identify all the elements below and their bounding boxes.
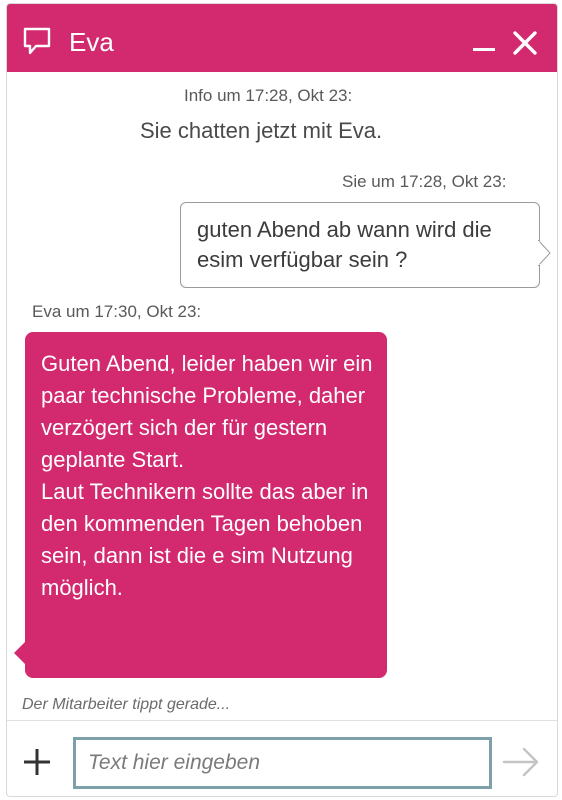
agent-message-bubble: Guten Abend, leider haben wir ein paar t…	[25, 332, 387, 678]
plus-icon[interactable]	[22, 747, 52, 777]
agent-message-meta: Eva um 17:30, Okt 23:	[32, 302, 202, 321]
agent-bubble-tail	[14, 640, 27, 666]
send-arrow-icon[interactable]	[502, 747, 540, 777]
user-bubble-tail	[538, 240, 551, 266]
system-message: Sie chatten jetzt mit Eva.	[140, 118, 383, 143]
chat-bubble-icon	[23, 27, 51, 55]
user-message-bubble: guten Abend ab wann wird die esim verfüg…	[180, 202, 540, 288]
user-message-meta: Sie um 17:28, Okt 23:	[342, 172, 507, 191]
chat-title: Eva	[69, 27, 114, 57]
info-meta: Info um 17:28, Okt 23:	[184, 86, 353, 105]
user-message-text: guten Abend ab wann wird die esim verfüg…	[197, 217, 492, 272]
chat-window: Eva Info um 17:28, Okt 23: Sie chatten j…	[6, 3, 558, 797]
message-input[interactable]	[73, 737, 492, 789]
agent-message-text: Guten Abend, leider haben wir ein paar t…	[41, 351, 373, 600]
typing-indicator: Der Mitarbeiter tippt gerade...	[22, 696, 231, 713]
chat-header: Eva	[7, 4, 557, 72]
composer-divider	[7, 720, 557, 721]
close-icon[interactable]	[512, 30, 538, 56]
minimize-icon[interactable]	[473, 48, 495, 51]
